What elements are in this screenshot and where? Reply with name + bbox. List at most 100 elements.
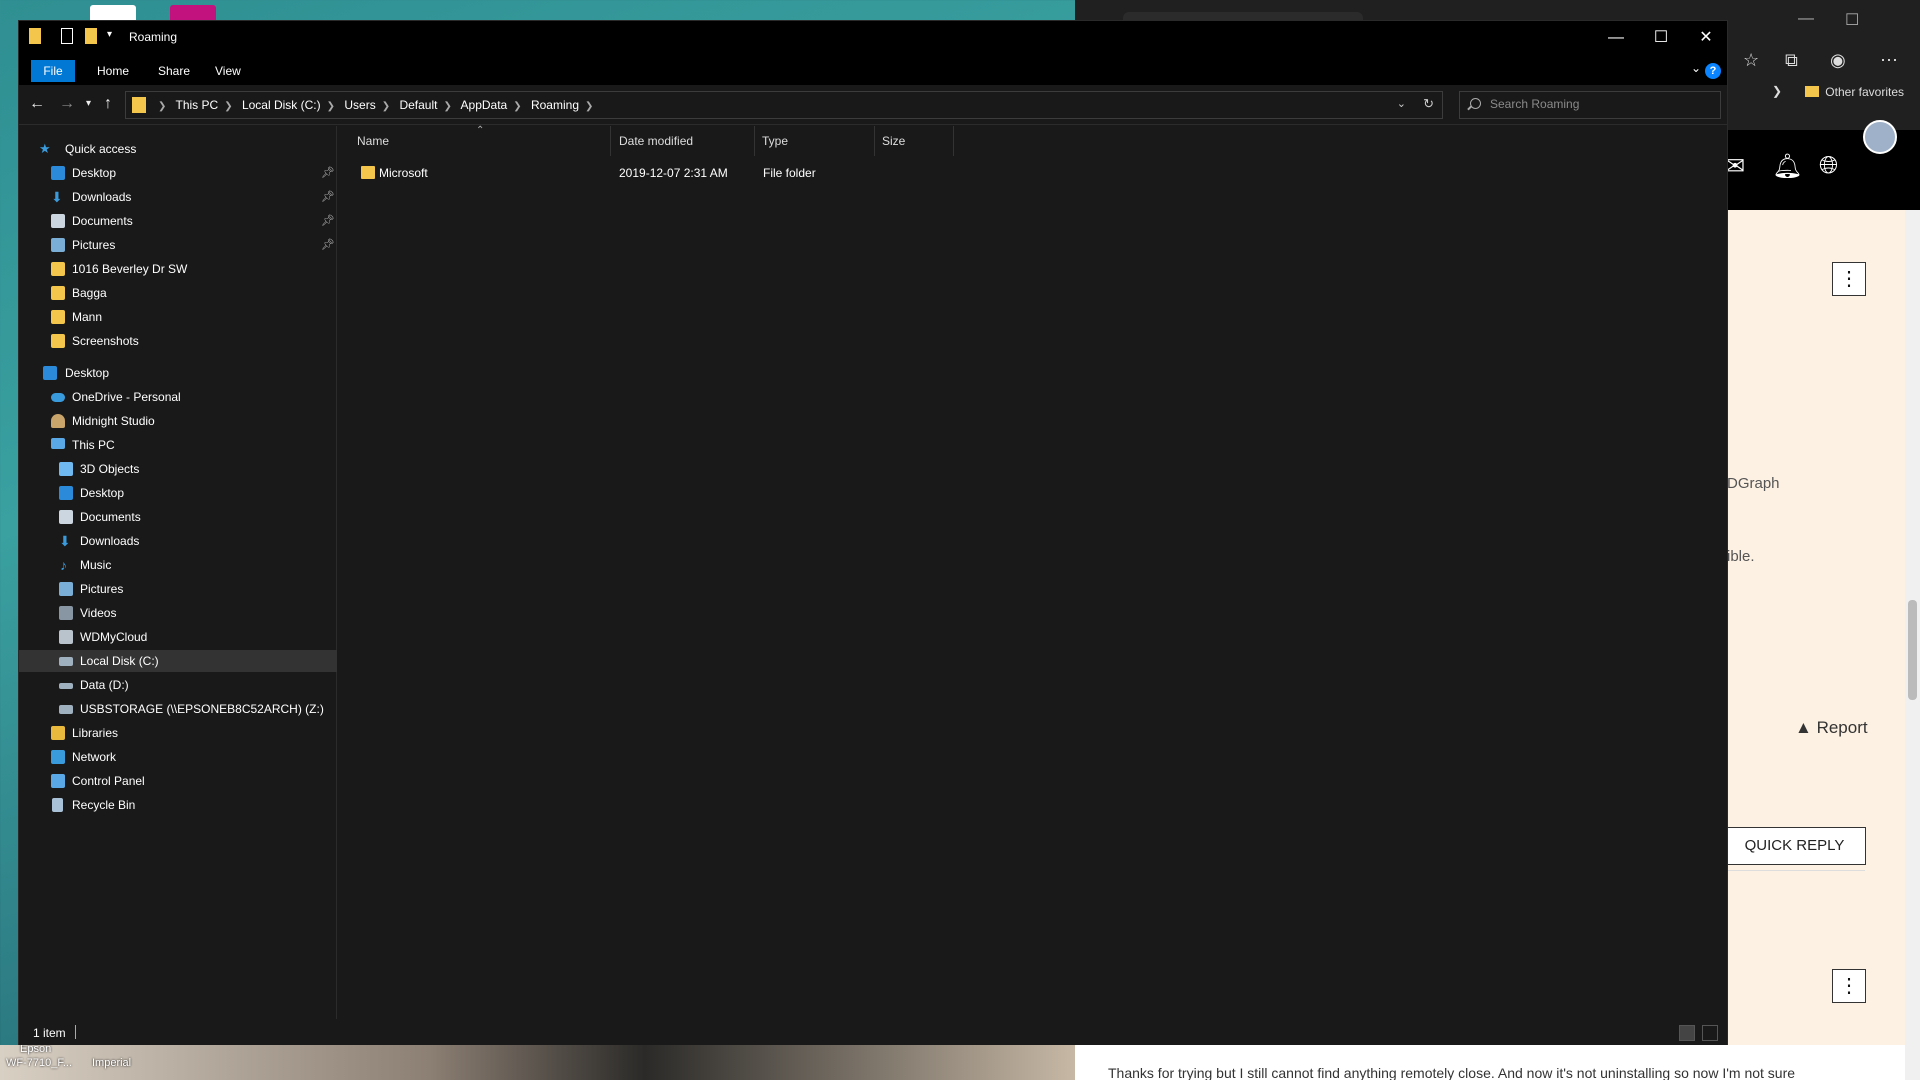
nav-pc-downloads[interactable]: ⬇ Downloads: [19, 530, 337, 552]
new-folder-icon[interactable]: [85, 28, 97, 44]
pin-icon[interactable]: 📌︎: [321, 234, 335, 256]
desktop-icon-label[interactable]: Imperial: [92, 1057, 131, 1069]
nav-control-panel[interactable]: Control Panel: [19, 770, 337, 792]
breadcrumb-separator-icon[interactable]: ❯: [585, 101, 593, 112]
nav-libraries[interactable]: Libraries: [19, 722, 337, 744]
tab-file[interactable]: File: [31, 60, 75, 82]
search-box[interactable]: [1459, 91, 1721, 119]
details-view-icon[interactable]: [1679, 1025, 1695, 1041]
nav-pc-desktop[interactable]: Desktop: [19, 482, 337, 504]
address-bar[interactable]: ❯ This PC ❯ Local Disk (C:) ❯ Users ❯ Defau…: [125, 91, 1443, 119]
nav-pc-pictures[interactable]: Pictures: [19, 578, 337, 600]
breadcrumb-users[interactable]: Users: [344, 98, 375, 112]
pin-icon[interactable]: 📌︎: [321, 210, 335, 232]
breadcrumb-roaming[interactable]: Roaming: [531, 98, 579, 112]
title-bar[interactable]: ▾ Roaming — ☐ ✕: [19, 21, 1727, 53]
breadcrumb-local-disk[interactable]: Local Disk (C:): [242, 98, 321, 112]
star-icon: ★: [39, 141, 51, 156]
tab-view[interactable]: View: [205, 60, 251, 82]
column-header-size[interactable]: Size: [875, 126, 954, 156]
user-avatar[interactable]: [1863, 120, 1897, 154]
profile-icon[interactable]: ◉: [1830, 50, 1846, 71]
nav-recycle-bin[interactable]: Recycle Bin: [19, 794, 337, 816]
nav-desktop[interactable]: Desktop: [19, 362, 337, 384]
breadcrumb-separator-icon[interactable]: ❯: [158, 101, 166, 112]
file-row[interactable]: Microsoft 2019-12-07 2:31 AM File folder: [338, 162, 938, 184]
nav-quick-documents[interactable]: Documents 📌︎: [19, 210, 337, 232]
nav-quick-folder[interactable]: 1016 Beverley Dr SW: [19, 258, 337, 280]
file-list[interactable]: Name ⌃ Date modified Type Size Microsoft…: [338, 125, 1727, 1019]
nav-usbstorage-z[interactable]: USBSTORAGE (\\EPSONEB8C52ARCH) (Z:): [19, 698, 337, 720]
nav-quick-pictures[interactable]: Pictures 📌︎: [19, 234, 337, 256]
post-menu-button[interactable]: ⋮: [1832, 262, 1866, 296]
breadcrumb-separator-icon[interactable]: ❯: [513, 101, 521, 112]
close-button[interactable]: ✕: [1683, 26, 1729, 50]
nav-quick-access[interactable]: ★ Quick access: [19, 138, 337, 160]
other-favorites[interactable]: Other favorites: [1805, 85, 1904, 99]
search-input[interactable]: [1490, 97, 1710, 111]
nav-local-disk-c[interactable]: Local Disk (C:): [19, 650, 337, 672]
mail-icon[interactable]: ✉: [1725, 152, 1745, 181]
navigation-pane[interactable]: ★ Quick access Desktop 📌︎ ⬇ Downloads 📌︎…: [19, 126, 337, 1019]
up-icon[interactable]: ↑: [104, 95, 112, 113]
large-icons-view-icon[interactable]: [1702, 1025, 1718, 1041]
nav-quick-folder[interactable]: Screenshots: [19, 330, 337, 352]
pin-icon[interactable]: 📌︎: [321, 162, 335, 184]
back-icon[interactable]: ←: [29, 95, 45, 113]
recent-locations-chevron-icon[interactable]: ▾: [86, 98, 91, 109]
browser-maximize-icon[interactable]: ☐: [1845, 10, 1859, 30]
favorites-chevron-icon[interactable]: ❯: [1772, 84, 1782, 98]
breadcrumb-separator-icon[interactable]: ❯: [224, 101, 232, 112]
file-explorer-window[interactable]: ▾ Roaming — ☐ ✕ File Home Share View ⌄ ?…: [18, 20, 1728, 1045]
globe-icon[interactable]: 🌐︎: [1819, 152, 1838, 180]
nav-data-d[interactable]: Data (D:): [19, 674, 337, 696]
desktop-icon-label[interactable]: WF-7710_F...: [6, 1057, 72, 1069]
more-options-icon[interactable]: ⋯: [1880, 50, 1898, 71]
nav-pc-documents[interactable]: Documents: [19, 506, 337, 528]
folder-icon: [1805, 86, 1820, 97]
notifications-bell-icon[interactable]: 🔔︎: [1772, 152, 1802, 181]
browser-minimize-icon[interactable]: —: [1798, 10, 1814, 28]
browser-scrollbar[interactable]: [1905, 210, 1920, 1080]
nav-quick-desktop[interactable]: Desktop 📌︎: [19, 162, 337, 184]
favorites-star-icon[interactable]: ☆: [1743, 50, 1759, 71]
nav-midnight-studio[interactable]: Midnight Studio: [19, 410, 337, 432]
collections-icon[interactable]: ⧉: [1785, 50, 1798, 71]
scrollbar-thumb[interactable]: [1908, 600, 1917, 700]
maximize-button[interactable]: ☐: [1638, 26, 1684, 50]
nav-this-pc[interactable]: This PC: [19, 434, 337, 456]
breadcrumb-separator-icon[interactable]: ❯: [327, 101, 335, 112]
nav-quick-downloads[interactable]: ⬇ Downloads 📌︎: [19, 186, 337, 208]
column-header-date-modified[interactable]: Date modified: [611, 126, 755, 156]
properties-icon[interactable]: [61, 28, 73, 44]
quick-reply-button[interactable]: QUICK REPLY: [1723, 827, 1866, 865]
pin-icon[interactable]: 📌︎: [321, 186, 335, 208]
nav-wdmycloud[interactable]: WDMyCloud: [19, 626, 337, 648]
breadcrumb-default[interactable]: Default: [399, 98, 437, 112]
quick-access-toolbar-dropdown-icon[interactable]: ▾: [107, 29, 112, 40]
post-menu-button[interactable]: ⋮: [1832, 969, 1866, 1003]
breadcrumb-separator-icon[interactable]: ❯: [443, 101, 451, 112]
documents-icon: [59, 510, 73, 524]
refresh-icon[interactable]: ↻: [1423, 96, 1434, 112]
column-header-name[interactable]: Name ⌃: [338, 125, 611, 156]
nav-pc-videos[interactable]: Videos: [19, 602, 337, 624]
breadcrumb-separator-icon[interactable]: ❯: [382, 101, 390, 112]
nav-network[interactable]: Network: [19, 746, 337, 768]
nav-quick-folder[interactable]: Bagga: [19, 282, 337, 304]
nav-onedrive[interactable]: OneDrive - Personal: [19, 386, 337, 408]
report-link[interactable]: ▲ Report: [1795, 718, 1868, 738]
expand-ribbon-icon[interactable]: ⌄: [1691, 61, 1701, 75]
minimize-button[interactable]: —: [1593, 26, 1639, 50]
help-icon[interactable]: ?: [1705, 63, 1721, 79]
tab-share[interactable]: Share: [148, 60, 200, 82]
breadcrumb-appdata[interactable]: AppData: [461, 98, 508, 112]
address-history-chevron-icon[interactable]: ⌄: [1397, 97, 1406, 110]
tab-home[interactable]: Home: [87, 60, 139, 82]
nav-3d-objects[interactable]: 3D Objects: [19, 458, 337, 480]
nav-quick-folder[interactable]: Mann: [19, 306, 337, 328]
forward-icon[interactable]: →: [59, 95, 75, 113]
column-header-type[interactable]: Type: [755, 126, 875, 156]
nav-pc-music[interactable]: ♪ Music: [19, 554, 337, 576]
breadcrumb-this-pc[interactable]: This PC: [176, 98, 219, 112]
